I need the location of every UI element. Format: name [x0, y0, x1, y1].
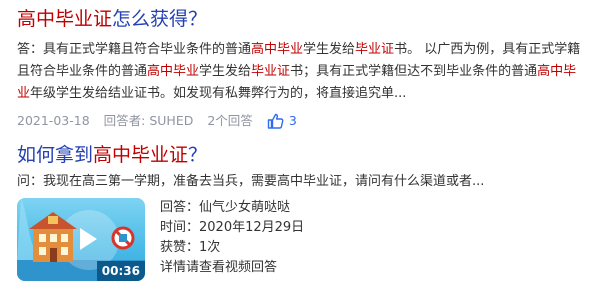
answer-date: 2021-03-18 [17, 113, 90, 128]
video-praise: 获赞：1次 [160, 240, 221, 255]
answer-count[interactable]: 2个回答 [207, 112, 252, 130]
keyword-highlight: 高中毕业 [147, 64, 200, 79]
snippet-text: 答：具有正式学籍且符合毕业条件的普通 [17, 42, 252, 57]
snippet-text: 学生发给 [303, 42, 356, 57]
snippet-text: 书；具有正式学籍但达不到毕业条件的普通 [290, 64, 538, 79]
result-1-meta: 2021-03-18 回答者: SUHED 2个回答 3 [17, 112, 594, 130]
like-button[interactable]: 3 [267, 112, 297, 130]
result-1-answer-snippet: 答：具有正式学籍且符合毕业条件的普通高中毕业学生发给毕业证书。 以广西为例，具有… [17, 39, 589, 105]
keyword-highlight: 毕业证 [251, 64, 291, 79]
like-count: 3 [288, 113, 297, 128]
result-1-title-link[interactable]: 高中毕业证怎么获得？ [17, 6, 594, 32]
keyword-highlight: 毕业证 [355, 42, 395, 57]
snippet-text: 年级学生发给结业证书。如发现有私舞弊行为的，将直接追究单... [30, 86, 407, 101]
snippet-text: 学生发给 [199, 64, 252, 79]
video-info: 回答：仙气少女萌哒哒 时间：2020年12月29日 获赞：1次 详情请查看视频回… [160, 198, 304, 281]
keyword-highlight: 高中毕业 [251, 42, 304, 57]
video-duration: 00:36 [96, 261, 145, 281]
search-result-1: 高中毕业证怎么获得？ 答：具有正式学籍且符合毕业条件的普通高中毕业学生发给毕业证… [17, 6, 594, 130]
video-thumbnail[interactable]: 00:36 [17, 198, 145, 281]
video-detail-link[interactable]: 详情请查看视频回答 [160, 258, 304, 278]
search-result-2: 如何拿到高中毕业证？ 问：我现在高三第一学期，准备去当兵，需要高中毕业证，请问有… [17, 142, 594, 281]
result-2-question-snippet: 问：我现在高三第一学期，准备去当兵，需要高中毕业证，请问有什么渠道或者... [17, 174, 485, 189]
video-answer: 00:36 回答：仙气少女萌哒哒 时间：2020年12月29日 获赞：1次 详情… [17, 198, 594, 281]
thumbs-up-icon [267, 113, 284, 129]
title-highlight[interactable]: 高中毕业证 [93, 144, 188, 166]
video-time: 时间：2020年12月29日 [160, 220, 305, 235]
video-responder: 回答：仙气少女萌哒哒 [160, 200, 291, 215]
title-end[interactable]: ？ [188, 144, 207, 166]
title-start[interactable]: 如何拿到 [17, 144, 93, 166]
title-highlight[interactable]: 高中毕业证 [17, 8, 112, 30]
title-rest[interactable]: 怎么获得？ [112, 8, 207, 30]
result-2-title-link[interactable]: 如何拿到高中毕业证？ [17, 142, 594, 168]
responder: 回答者: SUHED [103, 113, 194, 128]
